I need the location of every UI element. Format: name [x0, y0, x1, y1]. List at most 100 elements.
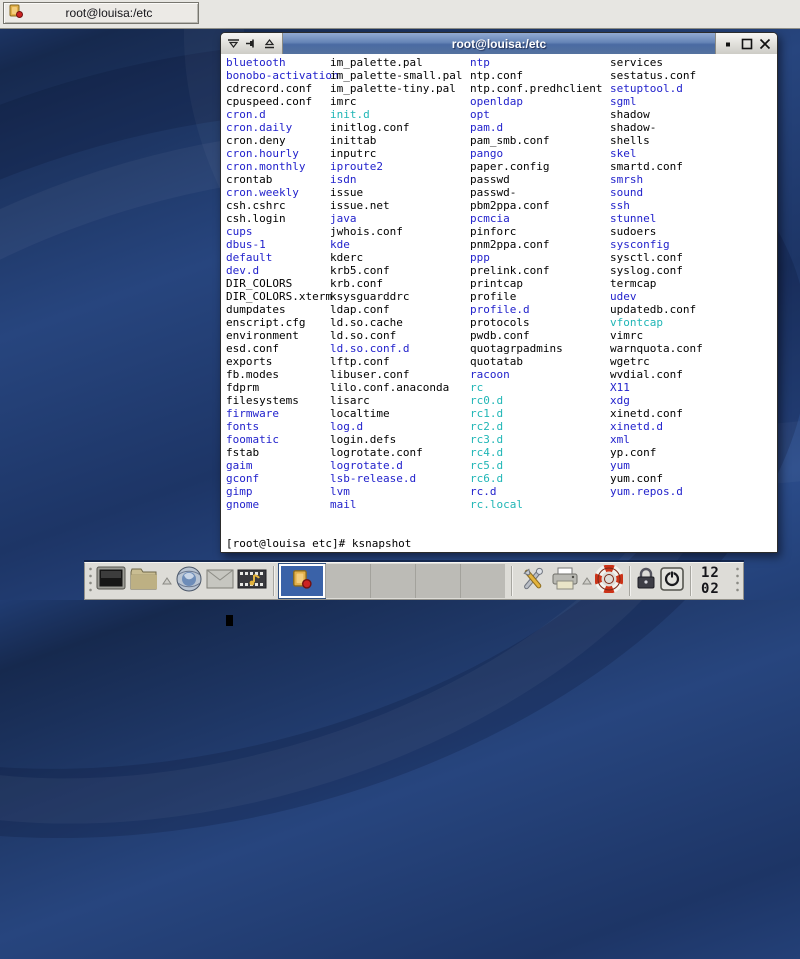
file-entry: yp.conf — [610, 446, 703, 459]
file-entry: stunnel — [610, 212, 703, 225]
file-entry: gaim — [226, 459, 339, 472]
file-entry: setuptool.d — [610, 82, 703, 95]
mail-button[interactable] — [206, 564, 234, 598]
terminal-window: root@louisa:/etc bluetoothbonobo-activat… — [220, 32, 778, 553]
taskbar-empty-slot — [325, 564, 370, 598]
file-entry: wgetrc — [610, 355, 703, 368]
terminal-launcher-button[interactable] — [96, 564, 126, 598]
file-entry: rc1.d — [470, 407, 602, 420]
file-entry: sestatus.conf — [610, 69, 703, 82]
file-entry: default — [226, 251, 339, 264]
close-button[interactable] — [758, 37, 771, 50]
window-title: root@louisa:/etc — [452, 37, 546, 51]
eject-icon[interactable] — [263, 37, 276, 50]
file-entry: lvm — [330, 485, 462, 498]
launcher-menu-arrow[interactable] — [162, 564, 172, 598]
file-entry: inittab — [330, 134, 462, 147]
power-logout-icon — [660, 567, 684, 596]
desktop: { "top_taskbar": { "task_button": { "lab… — [0, 0, 800, 600]
printer-button[interactable] — [551, 564, 579, 598]
taskbar-window-button[interactable]: root@louisa:/etc — [3, 2, 199, 24]
lock-screen-button[interactable] — [635, 564, 657, 598]
file-entry: printcap — [470, 277, 602, 290]
file-entry: logrotate.conf — [330, 446, 462, 459]
top-taskbar: root@louisa:/etc — [0, 0, 800, 29]
taskbar-empty-slots — [325, 564, 505, 598]
file-entry: udev — [610, 290, 703, 303]
home-folder-icon — [129, 566, 159, 597]
file-entry: log.d — [330, 420, 462, 433]
file-entry: sgml — [610, 95, 703, 108]
file-entry: issue.net — [330, 199, 462, 212]
terminal-monitor-icon — [96, 566, 126, 597]
printer-menu-arrow[interactable] — [582, 564, 592, 598]
panel-handle-left[interactable] — [88, 566, 93, 596]
file-entry: java — [330, 212, 462, 225]
shade-icon[interactable] — [227, 37, 240, 50]
pin-icon[interactable] — [245, 37, 258, 50]
file-list-column: bluetoothbonobo-activationcdrecord.confc… — [226, 56, 339, 511]
file-entry: passwd — [470, 173, 602, 186]
arrow-up-icon — [582, 572, 592, 590]
file-entry: filesystems — [226, 394, 339, 407]
file-entry: protocols — [470, 316, 602, 329]
file-entry: im_palette-tiny.pal — [330, 82, 462, 95]
file-entry: rc4.d — [470, 446, 602, 459]
window-titlebar[interactable]: root@louisa:/etc — [221, 33, 777, 54]
help-lifesaver-icon — [595, 565, 623, 598]
file-entry: ssh — [610, 199, 703, 212]
home-folder-button[interactable] — [129, 564, 159, 598]
file-entry: profile.d — [470, 303, 602, 316]
terminal-cursor — [226, 615, 233, 626]
file-entry: cron.d — [226, 108, 339, 121]
titlebar-left-buttons — [221, 33, 283, 54]
help-button[interactable] — [595, 564, 623, 598]
panel-taskbar — [279, 564, 505, 598]
panel-separator — [273, 566, 274, 596]
file-entry: cdrecord.conf — [226, 82, 339, 95]
file-entry: csh.login — [226, 212, 339, 225]
web-browser-button[interactable] — [175, 564, 203, 598]
titlebar-title-area[interactable]: root@louisa:/etc — [283, 33, 715, 54]
panel-clock[interactable]: 12 02 — [697, 565, 732, 597]
panel-separator — [690, 566, 691, 596]
taskbar-active-task[interactable] — [279, 564, 325, 598]
file-entry: im_palette-small.pal — [330, 69, 462, 82]
file-entry: im_palette.pal — [330, 56, 462, 69]
file-entry: cpuspeed.conf — [226, 95, 339, 108]
file-entry: xinetd.conf — [610, 407, 703, 420]
multimedia-button[interactable] — [237, 564, 267, 598]
file-entry: fb.modes — [226, 368, 339, 381]
file-entry: rc0.d — [470, 394, 602, 407]
minimize-button[interactable] — [722, 37, 735, 50]
file-entry: environment — [226, 329, 339, 342]
file-entry: wvdial.conf — [610, 368, 703, 381]
terminal-screen[interactable]: bluetoothbonobo-activationcdrecord.confc… — [221, 54, 777, 552]
file-entry: quotatab — [470, 355, 602, 368]
file-entry: jwhois.conf — [330, 225, 462, 238]
panel-handle-right[interactable] — [735, 566, 740, 596]
file-entry: DIR_COLORS.xterm — [226, 290, 339, 303]
file-entry: rc3.d — [470, 433, 602, 446]
file-entry: cron.monthly — [226, 160, 339, 173]
file-entry: imrc — [330, 95, 462, 108]
utilities-button[interactable] — [518, 564, 548, 598]
konsole-icon — [8, 3, 24, 24]
file-entry: openldap — [470, 95, 602, 108]
file-entry: racoon — [470, 368, 602, 381]
lock-icon — [635, 567, 657, 596]
taskbar-window-label: root@louisa:/etc — [24, 6, 194, 20]
prompt-line: [root@louisa etc]# ksnapshot — [226, 537, 411, 550]
file-entry: init.d — [330, 108, 462, 121]
mail-envelope-icon — [206, 569, 234, 594]
file-entry: gconf — [226, 472, 339, 485]
maximize-button[interactable] — [740, 37, 753, 50]
file-entry: gnome — [226, 498, 339, 511]
logout-button[interactable] — [660, 564, 684, 598]
file-entry: profile — [470, 290, 602, 303]
file-entry: issue — [330, 186, 462, 199]
file-entry: kderc — [330, 251, 462, 264]
file-entry: pwdb.conf — [470, 329, 602, 342]
file-entry: syslog.conf — [610, 264, 703, 277]
file-entry: pam.d — [470, 121, 602, 134]
